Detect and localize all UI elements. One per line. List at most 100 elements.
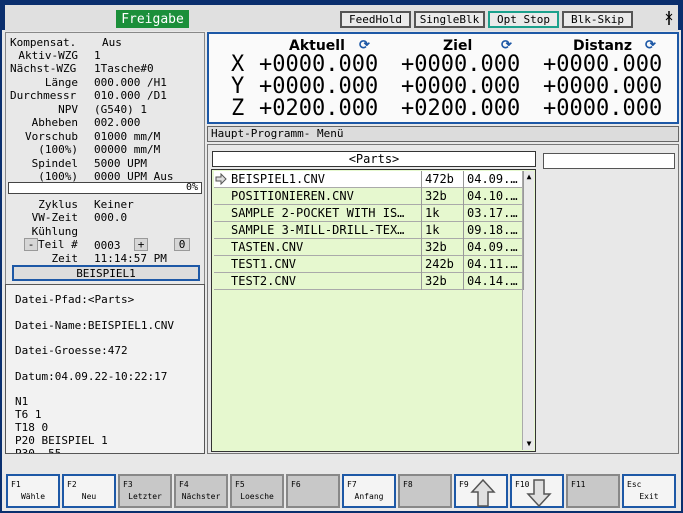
- info-line: Datei-Pfad:<Parts>: [15, 293, 135, 306]
- softkey-key: Esc: [627, 480, 642, 489]
- softkey-f4[interactable]: F4 Nächster: [174, 474, 228, 508]
- vorschub-override-label: (100%): [38, 143, 78, 156]
- singleblk-button[interactable]: SingleBlk: [414, 11, 485, 28]
- kuehlung-label: Kühlung: [31, 225, 78, 238]
- softkey-f3[interactable]: F3 Letzter: [118, 474, 172, 508]
- program-progress-bar: 0%: [8, 182, 202, 194]
- softkey-key: F4: [179, 480, 189, 489]
- teil-reset-button[interactable]: 0: [174, 238, 190, 251]
- softkey-label: Exit: [639, 492, 659, 501]
- softkey-key: F9: [459, 480, 469, 489]
- file-date: 04.09.…: [464, 239, 524, 256]
- naechst-wzg-label: Nächst-WZG: [10, 62, 77, 75]
- top-status-bar: Freigabe FeedHold SingleBlk Opt Stop Blk…: [2, 2, 681, 31]
- softkey-f10[interactable]: F10: [510, 474, 564, 508]
- zyklus-label: Zyklus: [38, 198, 78, 211]
- info-line: P20 BEISPIEL 1: [15, 433, 108, 447]
- softkey-f11[interactable]: F11: [566, 474, 620, 508]
- softkey-f2[interactable]: F2 Neu: [62, 474, 116, 508]
- zyklus-value: Keiner: [94, 198, 134, 211]
- file-row[interactable]: TEST2.CNV 32b 04.14.…: [214, 273, 524, 290]
- zeit-value: 11:14:57 PM: [94, 252, 167, 265]
- laenge-label: Länge: [44, 76, 78, 89]
- kompensat-label: Kompensat.: [10, 36, 77, 49]
- file-size: 32b: [422, 239, 464, 256]
- file-date: 03.17.…: [464, 205, 524, 222]
- softkey-key: F7: [347, 480, 357, 489]
- info-line: Datei-Name:BEISPIEL1.CNV: [15, 318, 174, 332]
- file-row[interactable]: SAMPLE 2-POCKET WITH IS… 1k 03.17.…: [214, 205, 524, 222]
- blkskip-button[interactable]: Blk-Skip: [562, 11, 633, 28]
- file-list[interactable]: ▲ ▼ BEISPIEL1.CNV 472b 04.09.… POSITIONIERE…: [211, 169, 536, 452]
- file-name: BEISPIEL1.CNV: [228, 171, 422, 188]
- file-date: 04.09.…: [464, 171, 524, 188]
- durchmesser-label: Durchmessr: [10, 89, 77, 102]
- refresh-distanz-icon[interactable]: ⟳: [645, 38, 656, 53]
- ziel-value: +0200.000: [401, 96, 521, 121]
- file-name: TEST2.CNV: [228, 273, 422, 290]
- softkey-key: F5: [235, 480, 245, 489]
- feedhold-button[interactable]: FeedHold: [340, 11, 411, 28]
- softkey-key: F2: [67, 480, 77, 489]
- info-line: T18 0: [15, 421, 49, 434]
- softkey-bar: F1 Wähle F2 Neu F3 Letzter F4 Nächster F5 Loesche…: [2, 470, 681, 510]
- abheben-label: Abheben: [31, 116, 78, 129]
- info-line: T6 1: [15, 408, 42, 422]
- antenna-icon: [665, 11, 673, 28]
- file-row[interactable]: POSITIONIEREN.CNV 32b 04.10.…: [214, 188, 524, 205]
- softkey-key: F1: [11, 480, 21, 489]
- optstop-button[interactable]: Opt Stop: [488, 11, 559, 28]
- file-size: 32b: [422, 188, 464, 205]
- file-row[interactable]: SAMPLE 3-MILL-DRILL-TEX… 1k 09.18.…: [214, 222, 524, 239]
- npv-value: (G540) 1: [94, 103, 147, 116]
- softkey-f7[interactable]: F7 Anfang: [342, 474, 396, 508]
- freigabe-indicator[interactable]: Freigabe: [116, 10, 189, 28]
- file-row[interactable]: TEST1.CNV 242b 04.11.…: [214, 256, 524, 273]
- softkey-f6[interactable]: F6: [286, 474, 340, 508]
- top-bar-inner: Freigabe FeedHold SingleBlk Opt Stop Blk…: [5, 5, 678, 31]
- file-size: 242b: [422, 256, 464, 273]
- teil-minus-button[interactable]: -: [24, 238, 38, 251]
- softkey-label: Anfang: [354, 492, 384, 501]
- softkey-key: F10: [515, 480, 530, 489]
- axis-label: Z: [231, 96, 245, 121]
- softkey-key: F6: [291, 480, 301, 489]
- scroll-up-icon[interactable]: ▲: [523, 171, 535, 183]
- file-size: 1k: [422, 222, 464, 239]
- spindel-label: Spindel: [31, 157, 78, 170]
- softkey-label: Neu: [81, 492, 97, 501]
- softkey-f8[interactable]: F8: [398, 474, 452, 508]
- scroll-down-icon[interactable]: ▼: [523, 438, 535, 450]
- info-line: N1: [15, 395, 29, 409]
- refresh-aktuell-icon[interactable]: ⟳: [359, 38, 370, 53]
- info-line: Datei-Groesse:472: [15, 344, 128, 358]
- folder-title[interactable]: <Parts>: [212, 151, 536, 167]
- file-name: SAMPLE 3-MILL-DRILL-TEX…: [228, 222, 422, 239]
- softkey-f9[interactable]: F9: [454, 474, 508, 508]
- cnc-app: Freigabe FeedHold SingleBlk Opt Stop Blk…: [2, 2, 681, 511]
- file-name: TASTEN.CNV: [228, 239, 422, 256]
- file-info-panel: Datei-Pfad:<Parts> Datei-Name:BEISPIEL1.C…: [5, 284, 205, 454]
- softkey-f1[interactable]: F1 Wähle: [6, 474, 60, 508]
- kompensat-value: Aus: [102, 36, 122, 49]
- file-row[interactable]: BEISPIEL1.CNV 472b 04.09.…: [214, 171, 524, 188]
- file-name: POSITIONIEREN.CNV: [228, 188, 422, 205]
- softkey-key: F11: [571, 480, 586, 489]
- spindel-value: 5000 UPM: [94, 157, 147, 170]
- info-line: Datum:04.09.22-10:22:17: [15, 369, 168, 383]
- teil-plus-button[interactable]: +: [134, 238, 148, 251]
- softkey-f5[interactable]: F5 Loesche: [230, 474, 284, 508]
- naechst-wzg-value: 1Tasche#0: [94, 62, 154, 75]
- aktuell-value: +0200.000: [259, 96, 379, 121]
- refresh-ziel-icon[interactable]: ⟳: [501, 38, 512, 53]
- softkey-esc[interactable]: Esc Exit: [622, 474, 676, 508]
- selected-arrow-icon: [215, 172, 227, 186]
- softkey-label: Wähle: [20, 492, 46, 501]
- teil-value: 0003: [94, 239, 121, 252]
- softkey-key: F3: [123, 480, 133, 489]
- file-size: 32b: [422, 273, 464, 290]
- side-input-box[interactable]: [543, 153, 675, 169]
- info-line: P30 -55: [15, 446, 62, 454]
- distanz-value: +0000.000: [543, 96, 663, 121]
- file-row[interactable]: TASTEN.CNV 32b 04.09.…: [214, 239, 524, 256]
